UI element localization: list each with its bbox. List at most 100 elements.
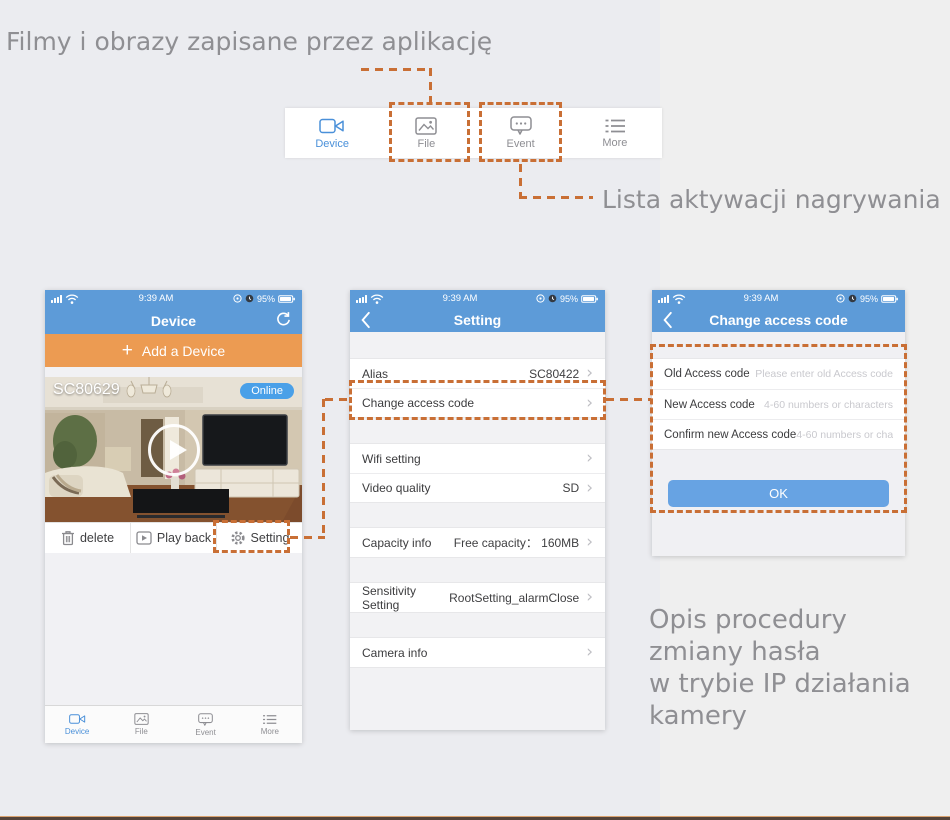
chevron-right-icon: › [586,587,593,607]
playback-label: Play back [156,531,212,545]
trash-icon [61,531,75,546]
plus-icon: + [121,339,133,361]
phone-screen-setting: 9:39 AM 95% Setting Alias SC80422 › Chan… [350,290,605,730]
orientation-lock-icon [233,294,242,303]
wifi-icon [672,293,686,304]
connector-event-horizontal [519,196,593,199]
app-tabbar-large: Device File Event More [285,108,662,158]
chat-bubble-icon [198,712,213,726]
mini-tab-more[interactable]: More [238,706,302,743]
signal-icon [51,295,62,303]
delete-button[interactable]: delete [45,523,130,553]
phone-screen-device-list: 9:39 AM 95% Device + Add a Device SC8062… [45,290,302,743]
settings-group-network: Wifi setting › Video quality SD › [350,443,605,503]
highlight-box-change-access-code [349,380,606,420]
header-change-access-code: 9:39 AM 95% Change access code [652,290,905,332]
empty-area [45,553,302,705]
annotation-line: w trybie IP działania [649,669,911,699]
playback-button[interactable]: Play back [130,523,216,553]
refresh-icon[interactable] [275,311,292,328]
chevron-right-icon: › [586,477,593,498]
add-device-button[interactable]: + Add a Device [45,334,302,367]
settings-group-camera-info: Camera info › [350,637,605,668]
annotation-password-procedure: Opis procedury zmiany hasła w trybie IP … [649,604,911,732]
row-label: Camera info [362,645,428,660]
mini-tab-event[interactable]: Event [174,706,238,743]
status-bar: 9:39 AM 95% [652,290,905,307]
highlight-box-setting-button [213,520,290,553]
status-time: 9:39 AM [138,293,174,304]
tab-device-label: Device [315,137,349,150]
connector-change-code-left [325,398,352,401]
row-value: SD [562,481,580,495]
play-button[interactable] [147,423,200,476]
list-icon [604,119,626,132]
page-bottom-border [0,816,950,820]
settings-row-video-quality[interactable]: Video quality SD › [350,473,605,502]
row-label: Alias [362,366,389,381]
connector-setting-vertical [322,399,325,539]
alarm-icon [548,294,557,303]
chevron-right-icon: › [586,642,593,662]
row-value: RootSetting_alarmClose [449,590,580,605]
row-value: SC80422 [529,366,580,381]
page-title: Setting [453,311,502,328]
signal-icon [356,295,367,303]
playback-icon [136,531,152,545]
row-value: Free capacity： 160MB [453,536,580,550]
settings-row-capacity[interactable]: Capacity info Free capacity： 160MB › [350,528,605,557]
alarm-icon [245,294,254,303]
row-label: Video quality [362,481,431,495]
picture-icon [134,713,149,725]
annotation-line: zmiany hasła [649,637,821,667]
settings-row-sensitivity[interactable]: Sensitivity Setting RootSetting_alarmClo… [350,583,605,612]
settings-group-capacity: Capacity info Free capacity： 160MB › [350,527,605,558]
nav-bar: Change access code [652,307,905,332]
battery-percent: 95% [256,293,275,304]
mini-tab-file[interactable]: File [109,706,173,743]
tab-more[interactable]: More [568,108,662,158]
online-badge: Online [240,383,294,399]
annotation-saved-media: Filmy i obrazy zapisane przez aplikację [6,27,493,56]
back-icon[interactable] [360,311,371,329]
manual-page: Filmy i obrazy zapisane przez aplikację … [0,0,950,820]
camera-card[interactable]: SC80629 Online [45,377,302,522]
nav-bar: Device [45,307,302,334]
status-bar: 9:39 AM 95% [45,290,302,307]
wifi-icon [65,293,79,304]
header-device: 9:39 AM 95% Device [45,290,302,334]
annotation-line: Opis procedury [649,605,847,635]
settings-row-wifi[interactable]: Wifi setting › [350,444,605,473]
app-tabbar-mini: Device File Event More [45,705,302,743]
battery-icon [278,294,296,303]
highlight-box-access-code-form [650,344,907,513]
orientation-lock-icon [536,294,545,303]
status-bar: 9:39 AM 95% [350,290,605,307]
mini-tab-device-label: Device [64,727,90,736]
mini-tab-more-label: More [260,726,279,736]
battery-icon [881,294,899,303]
back-icon[interactable] [662,311,673,329]
chevron-right-icon: › [586,532,593,552]
signal-icon [658,295,669,303]
add-device-label: Add a Device [141,342,226,359]
delete-label: delete [79,531,115,545]
status-time: 9:39 AM [442,293,478,304]
settings-group-sensitivity: Sensitivity Setting RootSetting_alarmClo… [350,582,605,613]
highlight-box-file-tab [389,102,470,162]
wifi-icon [370,293,384,304]
alarm-icon [848,294,857,303]
header-setting: 9:39 AM 95% Setting [350,290,605,332]
battery-percent: 95% [859,293,878,304]
connector-setting-horizontal [290,536,325,539]
tab-device[interactable]: Device [285,108,379,158]
mini-tab-device[interactable]: Device [45,706,109,743]
settings-row-camera-info[interactable]: Camera info › [350,638,605,667]
annotation-line: kamery [649,701,747,731]
video-camera-icon [319,118,344,133]
camera-name: SC80629 [53,381,120,398]
mini-tab-event-label: Event [195,727,216,737]
highlight-box-event-tab [479,102,562,162]
page-title: Change access code [709,311,848,328]
